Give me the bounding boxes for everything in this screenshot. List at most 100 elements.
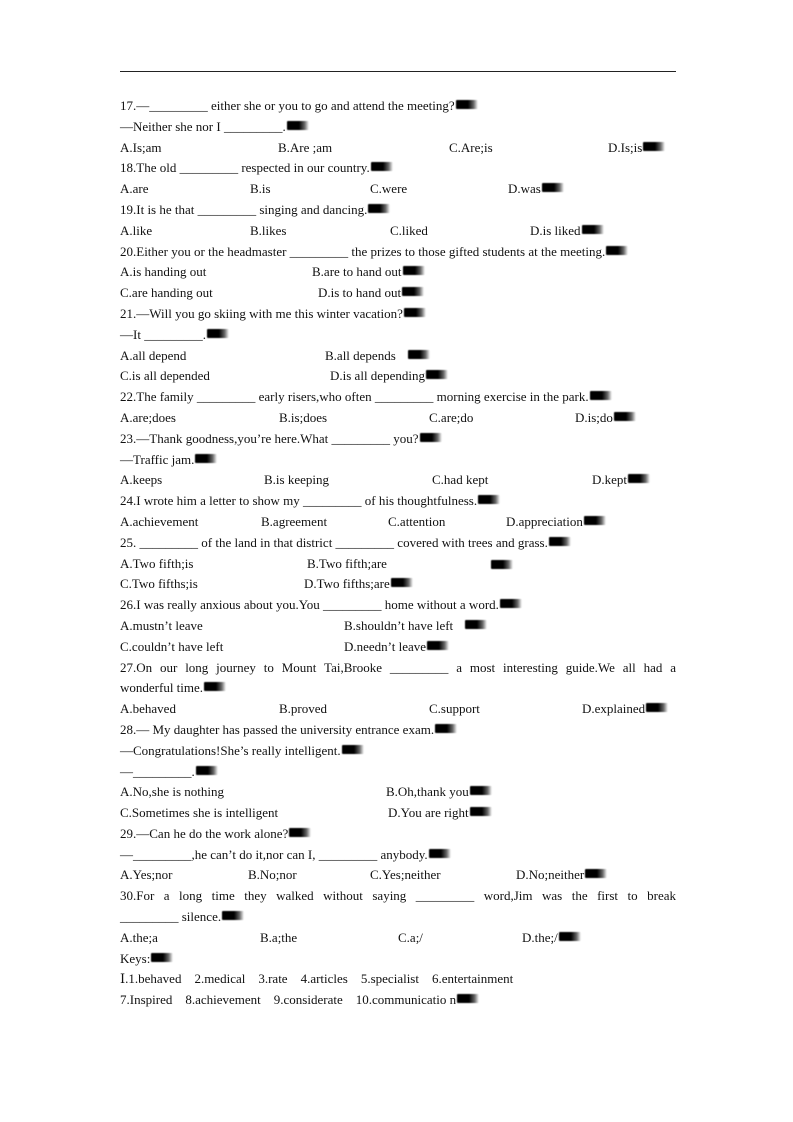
question-28-options-cd: C.Sometimes she is intelligent D.You are… [120,803,676,824]
question-30-stem-2: _________ silence. [120,907,676,928]
redaction-mark [286,120,309,130]
question-20-stem: 20.Either you or the headmaster ________… [120,242,676,263]
question-23-stem: 23.—Thank goodness,you’re here.What ____… [120,429,676,450]
option-d: D.the;/ [522,928,581,949]
redaction-mark [407,349,430,359]
redaction-mark [435,723,458,733]
option-d: D.appreciation [506,512,606,533]
option-a: A.achievement [120,513,199,529]
question-28-options-ab: A.No,she is nothing B.Oh,thank you [120,782,676,803]
option-c: C.are;do [429,409,474,425]
option-c: C.were [370,181,408,197]
option-d: D.is;do [575,408,636,429]
redaction-mark [402,287,425,297]
redaction-mark [403,307,426,317]
redaction-mark [368,203,391,213]
question-25-stem: 25. _________ of the land in that distri… [120,533,676,554]
redaction-mark [613,411,636,421]
option-b: B.No;nor [248,867,297,883]
option-c: C.Two fifths;is [120,576,198,592]
option-d: D.Is;is [608,138,666,159]
redaction-mark [548,536,571,546]
question-29-stem: 29.—Can he do the work alone? [120,824,676,845]
option-a: A.the;a [120,929,158,945]
option-a: A.Two fifth;is [120,555,194,571]
redaction-mark [419,432,442,442]
option-a: A.behaved [120,701,176,717]
question-28-stem-2: —Congratulations!She’s really intelligen… [120,741,676,762]
question-27-stem-2: wonderful time. [120,678,676,699]
option-c: C.Are;is [449,139,493,155]
option-d: D.kept [592,470,651,491]
option-a: A.Yes;nor [120,867,173,883]
redaction-mark [206,328,229,338]
option-c: C.a;/ [398,929,423,945]
question-21-options-cd: C.is all depended D.is all depending [120,366,676,387]
option-a: A.is handing out [120,264,207,280]
option-b: B.likes [250,222,287,238]
redaction-mark [558,931,581,941]
option-d: D.is liked [530,221,604,242]
header-rule [120,71,676,72]
option-b: B.Two fifth;are [307,555,387,571]
question-24-options: A.achievement B.agreement C.attention D.… [120,512,676,533]
option-b: B.agreement [261,513,328,529]
option-c: C.is all depended [120,368,210,384]
question-27-stem: 27.On our long journey to Mount Tai,Broo… [120,659,676,675]
redaction-mark [427,640,450,650]
option-b: B.Are ;am [278,139,333,155]
option-d: D.was [508,179,564,200]
redaction-mark [465,619,488,629]
option-a: A.all depend [120,347,187,363]
question-25-options-ab: A.Two fifth;is B.Two fifth;are [120,554,676,575]
redaction-mark [646,703,669,713]
question-22-options: A.are;does B.is;does C.are;do D.is;do [120,408,676,429]
question-18-stem: 18.The old _________ respected in our co… [120,158,676,179]
question-28-stem-3: —_________. [120,762,676,783]
redaction-mark [341,744,364,754]
question-26-options-cd: C.couldn’t have left D.needn’t leave [120,637,676,658]
redaction-mark [204,682,227,692]
redaction-mark [589,391,612,401]
question-22-stem: 22.The family _________ early risers,who… [120,387,676,408]
option-c: C.Sometimes she is intelligent [120,805,279,821]
option-b: B.all depends [325,346,430,367]
question-19-stem: 19.It is he that _________ singing and d… [120,200,676,221]
question-20-options-ab: A.is handing out B.are to hand out [120,262,676,283]
option-d: D.explained [582,699,669,720]
option-a: A.like [120,222,153,238]
redaction-mark [402,266,425,276]
option-c: C.attention [388,513,446,529]
option-a: A.Is;am [120,139,162,155]
question-30-stem: 30.For a long time they walked without s… [120,888,676,904]
option-d: D.You are right [388,803,492,824]
redaction-mark [222,911,245,921]
redaction-mark [151,952,174,962]
option-a: A.No,she is nothing [120,784,224,800]
redaction-mark [469,807,492,817]
option-d: D.Two fifths;are [304,574,413,595]
keys-line-1: Ⅰ.1.behaved 2.medical 3.rate 4.articles … [120,971,514,987]
redaction-mark [581,224,604,234]
option-a: A.are;does [120,409,176,425]
redaction-mark [585,869,608,879]
redaction-mark [455,100,478,109]
question-23-options: A.keeps B.is keeping C.had kept D.kept [120,470,676,491]
option-d: D.needn’t leave [344,637,450,658]
redaction-mark [491,559,513,569]
question-21-options-ab: A.all depend B.all depends [120,346,676,367]
question-26-stem: 26.I was really anxious about you.You __… [120,595,676,616]
option-b: B.Oh,thank you [386,782,492,803]
option-b: B.a;the [260,929,298,945]
option-c: C.Yes;neither [370,867,441,883]
redaction-mark [195,765,218,775]
question-27-options: A.behaved B.proved C.support D.explained [120,699,676,720]
option-c: C.had kept [432,472,489,488]
question-20-options-cd: C.are handing out D.is to hand out [120,283,676,304]
redaction-mark [425,370,448,380]
option-a: A.keeps [120,472,163,488]
question-29-stem-2: —_________,he can’t do it,nor can I, ___… [120,845,676,866]
question-23-stem-2: —Traffic jam. [120,450,676,471]
option-b: B.are to hand out [312,262,425,283]
redaction-mark [606,245,629,255]
